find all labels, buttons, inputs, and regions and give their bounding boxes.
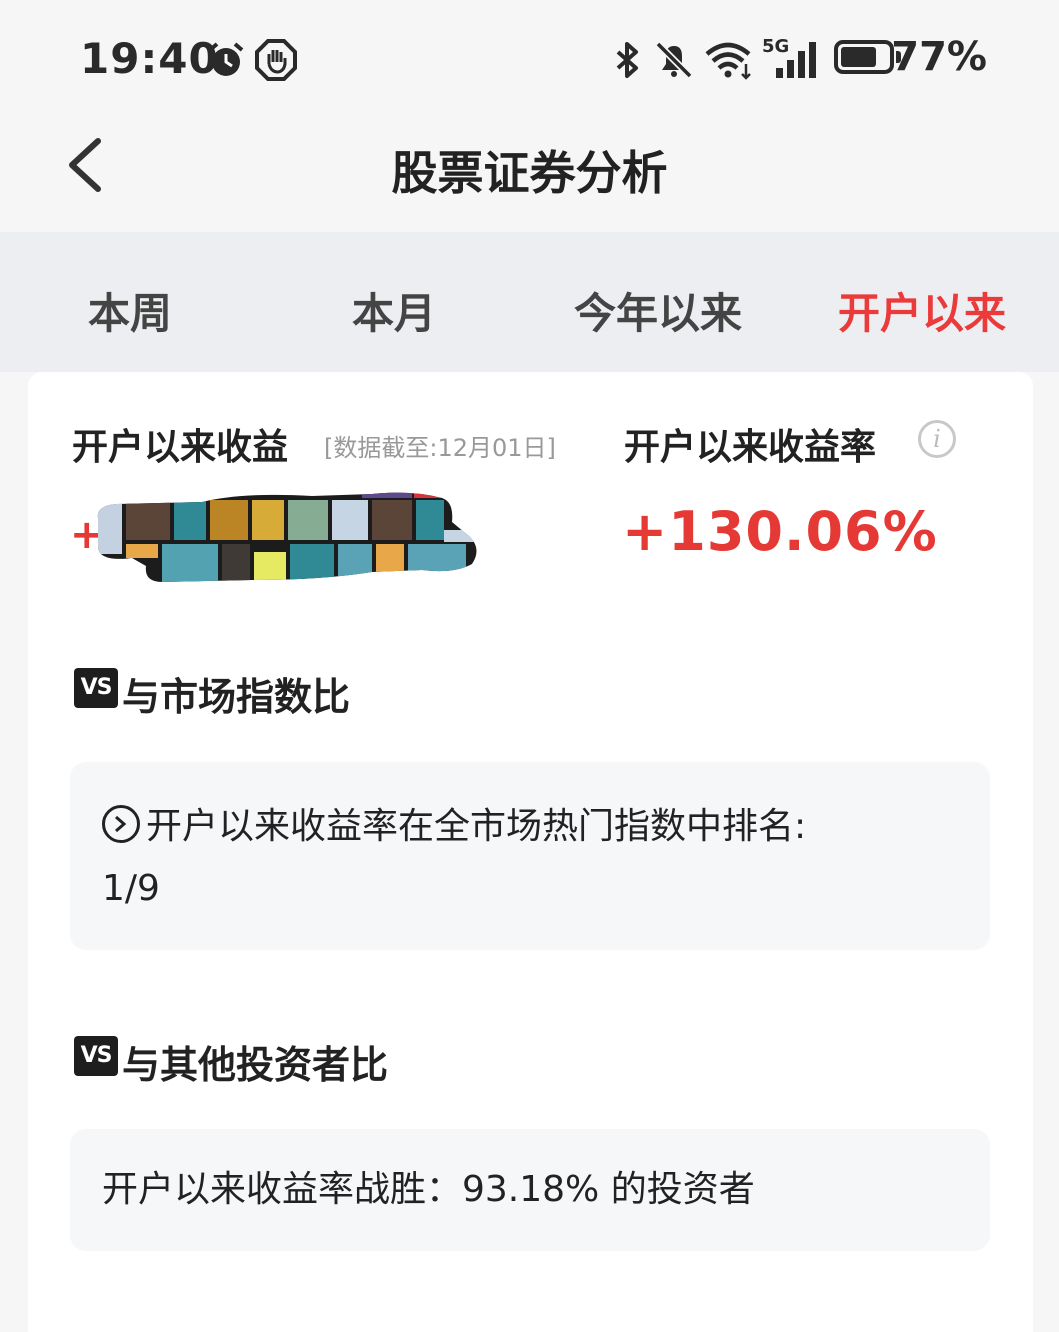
vs-badge-icon: VS	[74, 668, 118, 708]
battery-percent: 77%	[891, 34, 987, 80]
investor-rank-panel: 开户以来收益率战胜：93.18% 的投资者	[70, 1129, 990, 1251]
wifi-icon	[705, 42, 751, 80]
period-tabs: 本周 本月 今年以来 开户以来	[0, 232, 1059, 372]
tab-year-to-date[interactable]: 今年以来	[574, 280, 742, 341]
tab-this-month[interactable]: 本月	[352, 280, 436, 341]
market-rank-panel[interactable]: 开户以来收益率在全市场热门指数中排名: 1/9	[70, 762, 990, 950]
market-rank-description: 开户以来收益率在全市场热门指数中排名:	[146, 806, 807, 847]
page-title: 股票证券分析	[391, 146, 668, 200]
5g-signal-icon: 5G	[762, 36, 822, 80]
header-bar: 股票证券分析	[0, 115, 1059, 230]
data-date-note: [数据截至:12月01日]	[324, 434, 556, 462]
vs-badge-icon: VS	[74, 1036, 118, 1076]
tab-since-account-open[interactable]: 开户以来	[838, 280, 1006, 341]
return-rate-label: 开户以来收益率	[624, 427, 877, 468]
investor-rank-text: 开户以来收益率战胜：93.18% 的投资者	[102, 1169, 755, 1210]
redacted-profit-mosaic	[97, 492, 477, 583]
return-rate-value: +130.06%	[622, 500, 938, 563]
market-rank-text: 开户以来收益率在全市场热门指数中排名: 1/9	[102, 796, 962, 920]
hand-icon	[255, 39, 297, 81]
status-bar: 19:40 5G 77%	[0, 0, 1059, 115]
market-compare-title: 与市场指数比	[122, 675, 351, 719]
alarm-icon	[208, 42, 244, 76]
bluetooth-icon	[616, 42, 638, 78]
analysis-card: 开户以来收益 [数据截至:12月01日] 开户以来收益率 i + +130.06…	[28, 372, 1033, 1332]
tab-this-week[interactable]: 本周	[88, 280, 172, 341]
status-time: 19:40	[80, 34, 219, 83]
profit-label: 开户以来收益	[72, 427, 289, 468]
mute-icon	[655, 41, 693, 79]
info-icon[interactable]: i	[918, 420, 956, 458]
market-rank-value: 1/9	[102, 868, 160, 909]
chevron-right-circle-icon	[102, 805, 140, 843]
investor-compare-title: 与其他投资者比	[122, 1043, 389, 1087]
